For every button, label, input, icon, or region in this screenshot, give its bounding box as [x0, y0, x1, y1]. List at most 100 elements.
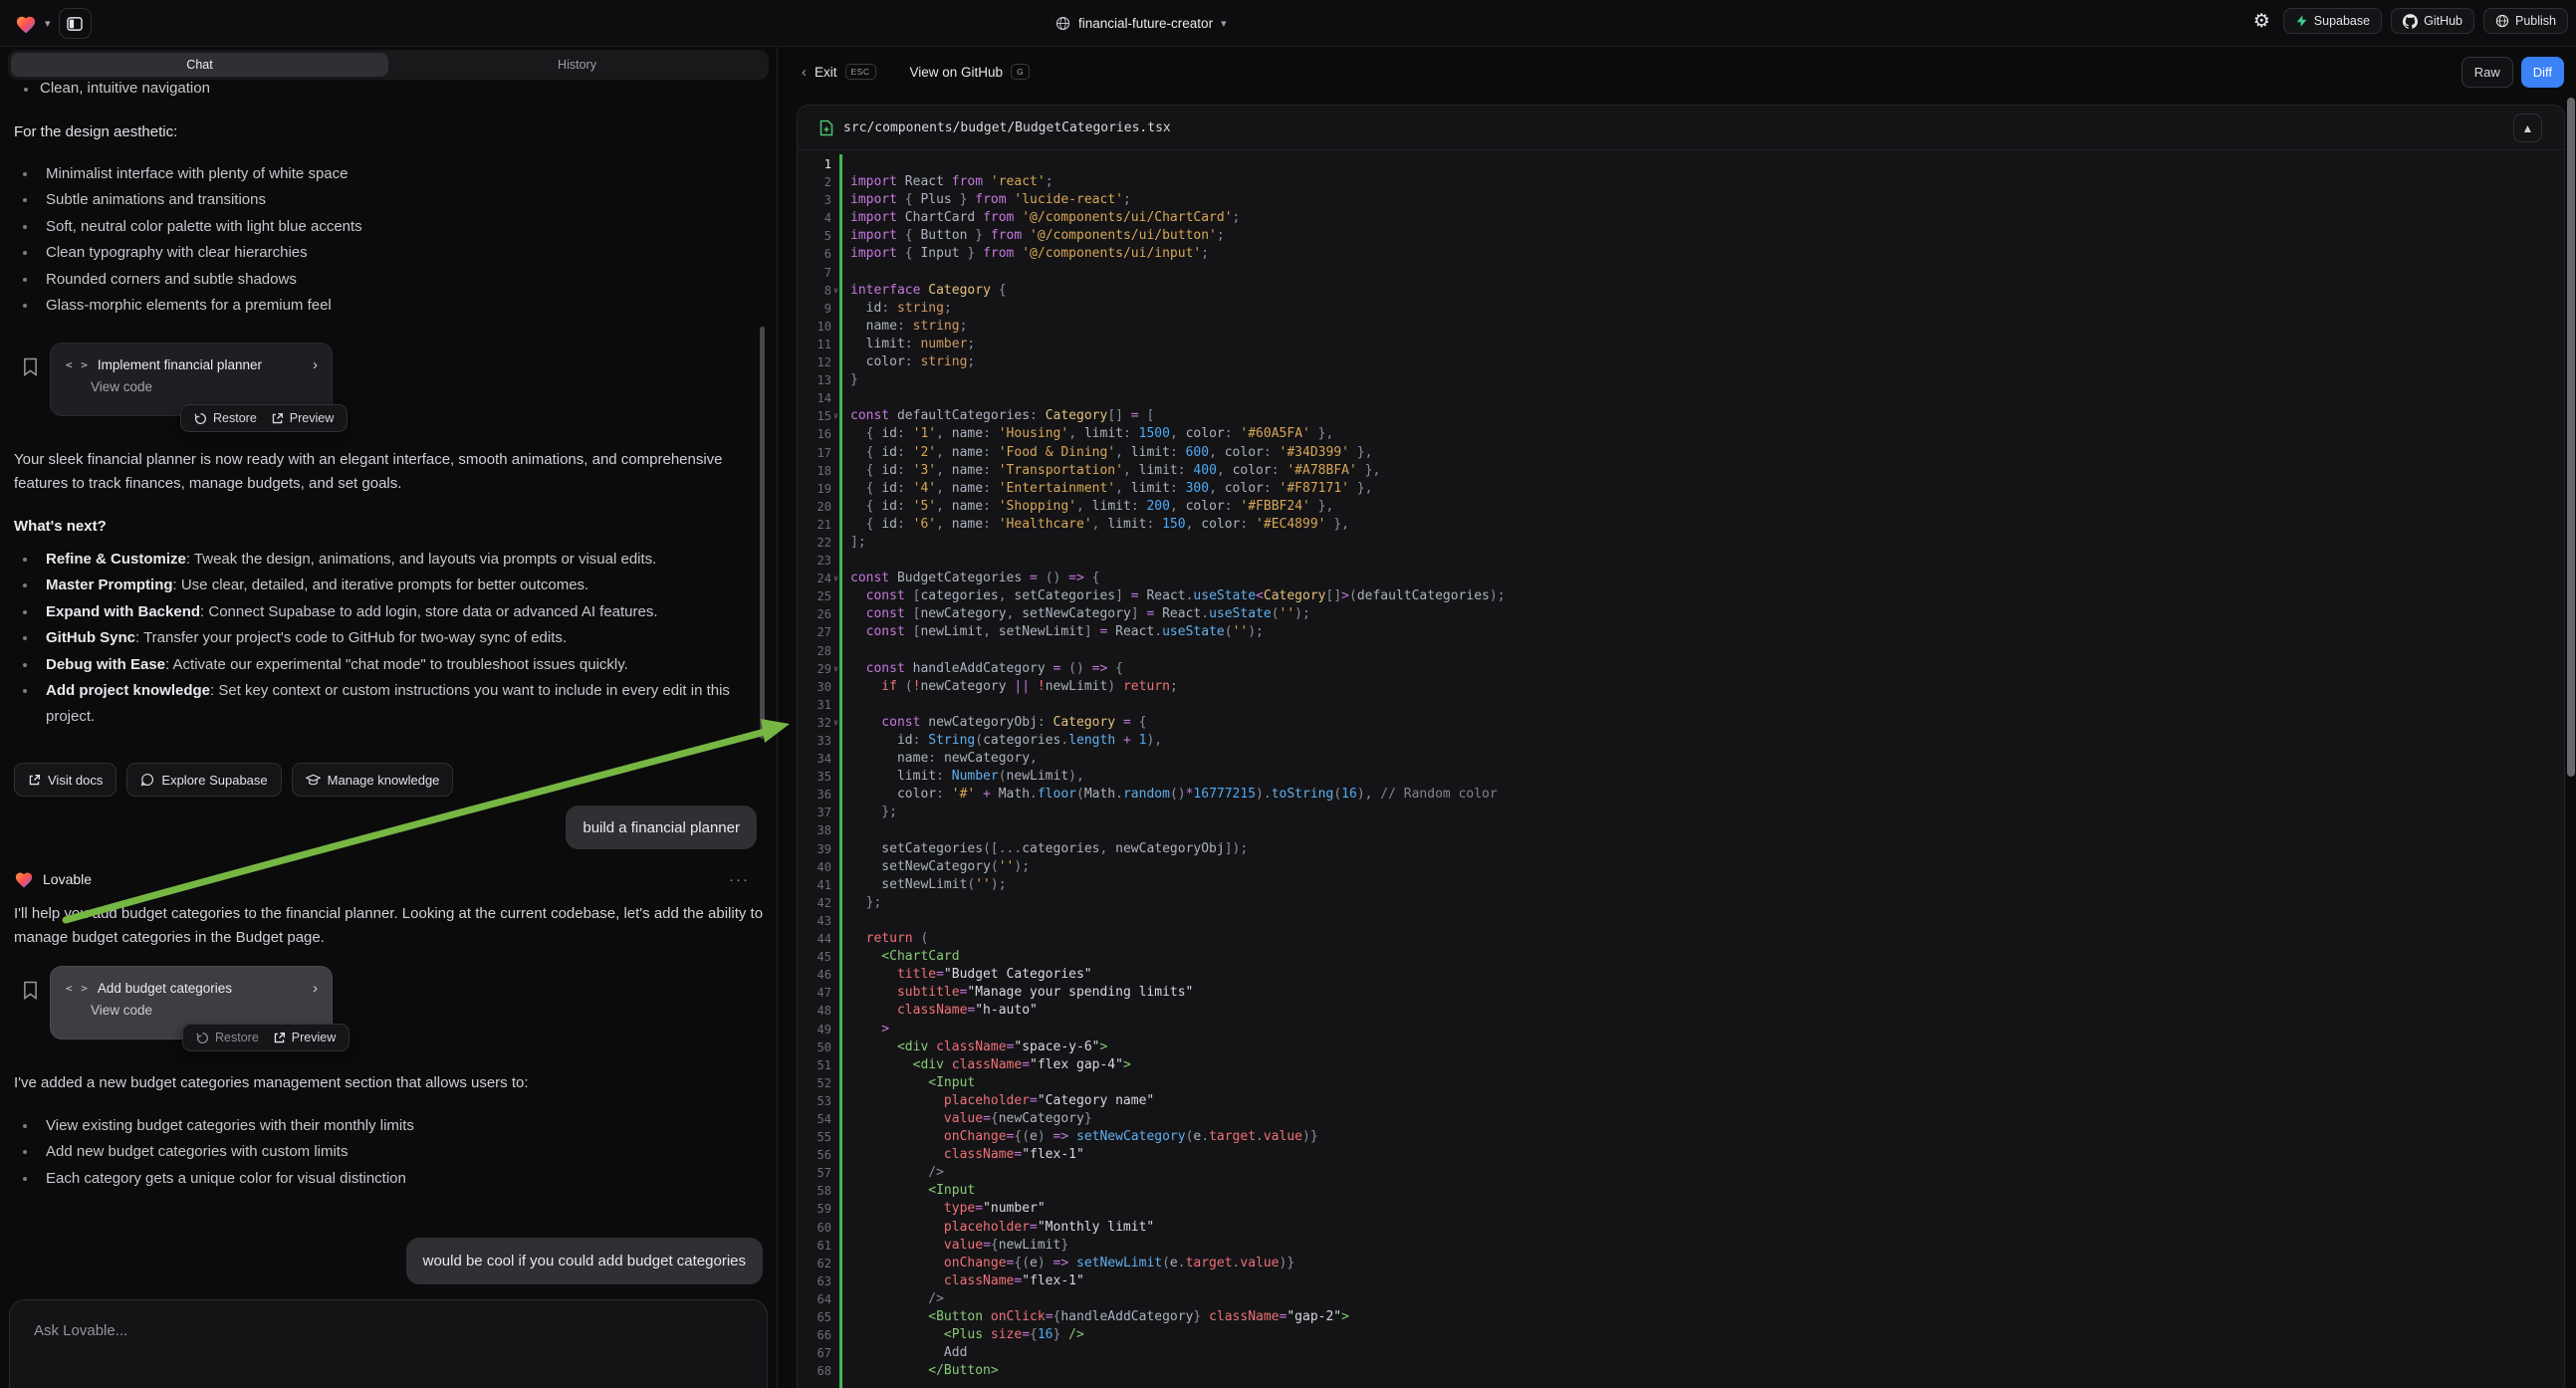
edit-card-title: Implement financial planner — [98, 357, 304, 372]
supabase-label: Supabase — [2314, 14, 2370, 28]
code-line: 37 }; — [798, 804, 2564, 821]
restore-button[interactable]: Restore — [194, 411, 257, 425]
exit-button[interactable]: Exit — [815, 65, 837, 80]
code-line: 28 — [798, 642, 2564, 660]
bookmark-icon[interactable] — [23, 357, 38, 376]
file-card: src/components/budget/BudgetCategories.t… — [797, 105, 2565, 1388]
restore-button[interactable]: Restore — [196, 1031, 259, 1044]
diff-button[interactable]: Diff — [2521, 57, 2564, 88]
code-line: 45 <ChartCard — [798, 948, 2564, 966]
list-item: View existing budget categories with the… — [14, 1113, 756, 1139]
github-button[interactable]: GitHub — [2391, 8, 2474, 34]
user-message: would be cool if you could add budget ca… — [406, 1238, 763, 1284]
code-line: 56 className="flex-1" — [798, 1146, 2564, 1164]
logo-chevron-down-icon[interactable]: ▾ — [45, 17, 51, 30]
tab-history[interactable]: History — [388, 53, 766, 77]
chat-bubble-icon — [140, 773, 154, 787]
project-chevron-down-icon[interactable]: ▾ — [1221, 17, 1227, 30]
toggle-sidebar-button[interactable] — [59, 8, 92, 39]
code-line: 65 <Button onClick={handleAddCategory} c… — [798, 1308, 2564, 1326]
panel-divider[interactable] — [777, 47, 778, 1388]
code-line: 51 <div className="flex gap-4"> — [798, 1056, 2564, 1074]
code-editor[interactable]: 12import React from 'react';3import { Pl… — [798, 155, 2564, 1380]
list-item: Each category gets a unique color for vi… — [14, 1166, 756, 1192]
code-line: 39 setCategories([...categories, newCate… — [798, 840, 2564, 858]
chevron-right-icon: › — [313, 356, 318, 373]
list-item: GitHub Sync: Transfer your project's cod… — [14, 625, 756, 651]
code-line: 20 { id: '5', name: 'Shopping', limit: 2… — [798, 498, 2564, 516]
code-line: 13} — [798, 371, 2564, 389]
list-item: Expand with Backend: Connect Supabase to… — [14, 599, 756, 625]
quick-actions: Visit docs Explore Supabase Manage knowl… — [14, 763, 453, 797]
manage-knowledge-button[interactable]: Manage knowledge — [292, 763, 454, 797]
supabase-button[interactable]: Supabase — [2283, 8, 2382, 34]
message-menu-button[interactable]: ··· — [729, 871, 750, 888]
code-line: 36 color: '#' + Math.floor(Math.random()… — [798, 786, 2564, 804]
code-line: 48 className="h-auto" — [798, 1002, 2564, 1020]
code-line: 40 setNewCategory(''); — [798, 858, 2564, 876]
code-line: 1 — [798, 155, 2564, 173]
list-item: Soft, neutral color palette with light b… — [14, 214, 761, 240]
code-line: 54 value={newCategory} — [798, 1110, 2564, 1128]
list-item: Clean, intuitive navigation — [24, 80, 210, 97]
publish-label: Publish — [2515, 14, 2556, 28]
code-line: 25 const [categories, setCategories] = R… — [798, 587, 2564, 605]
design-bullet-list: Minimalist interface with plenty of whit… — [14, 161, 761, 319]
code-line: 24∨const BudgetCategories = () => { — [798, 570, 2564, 587]
view-on-github-button[interactable]: View on GitHub — [910, 65, 1004, 80]
code-line: 32∨ const newCategoryObj: Category = { — [798, 714, 2564, 732]
visit-docs-button[interactable]: Visit docs — [14, 763, 117, 797]
supabase-bolt-icon — [2295, 14, 2308, 28]
assistant-name: Lovable — [43, 871, 92, 887]
code-line: 64 /> — [798, 1290, 2564, 1308]
bookmark-icon[interactable] — [23, 981, 38, 1000]
explore-supabase-button[interactable]: Explore Supabase — [126, 763, 281, 797]
code-line: 11 limit: number; — [798, 336, 2564, 353]
code-line: 19 { id: '4', name: 'Entertainment', lim… — [798, 480, 2564, 498]
settings-gear-icon[interactable]: ⚙ — [2249, 10, 2274, 33]
lovable-heart-logo[interactable] — [15, 14, 37, 34]
code-line: 42 }; — [798, 894, 2564, 912]
code-brackets-icon: < > — [66, 358, 89, 371]
view-code-link[interactable]: View code — [51, 997, 332, 1018]
code-line: 53 placeholder="Category name" — [798, 1092, 2564, 1110]
chat-scrollbar[interactable] — [760, 327, 765, 739]
code-line: 12 color: string; — [798, 353, 2564, 371]
project-name[interactable]: financial-future-creator — [1078, 16, 1213, 31]
publish-button[interactable]: Publish — [2483, 8, 2568, 34]
back-chevron-icon[interactable]: ‹ — [802, 64, 807, 81]
code-line: 9 id: string; — [798, 300, 2564, 318]
file-path: src/components/budget/BudgetCategories.t… — [843, 120, 1171, 135]
collapse-file-button[interactable]: ▲ — [2513, 114, 2542, 142]
code-line: 35 limit: Number(newLimit), — [798, 768, 2564, 786]
code-scrollbar[interactable] — [2567, 98, 2575, 777]
view-code-link[interactable]: View code — [51, 373, 332, 394]
code-line: 10 name: string; — [798, 318, 2564, 336]
code-line: 4import ChartCard from '@/components/ui/… — [798, 209, 2564, 227]
file-path-bar[interactable]: src/components/budget/BudgetCategories.t… — [798, 106, 2564, 150]
list-item: Minimalist interface with plenty of whit… — [14, 161, 761, 187]
code-line: 68 </Button> — [798, 1362, 2564, 1380]
list-item: Rounded corners and subtle shadows — [14, 267, 761, 293]
chat-history-tabs: Chat History — [8, 50, 769, 80]
external-link-icon — [28, 774, 41, 787]
code-line: 61 value={newLimit} — [798, 1237, 2564, 1255]
tab-chat[interactable]: Chat — [11, 53, 388, 77]
code-line: 60 placeholder="Monthly limit" — [798, 1219, 2564, 1237]
code-line: 66 <Plus size={16} /> — [798, 1326, 2564, 1344]
bullet-dot — [24, 88, 28, 92]
code-line: 43 — [798, 912, 2564, 930]
code-brackets-icon: < > — [66, 982, 89, 995]
raw-button[interactable]: Raw — [2461, 57, 2513, 88]
code-line: 6import { Input } from '@/components/ui/… — [798, 245, 2564, 263]
code-line: 16 { id: '1', name: 'Housing', limit: 15… — [798, 425, 2564, 443]
code-line: 8∨interface Category { — [798, 282, 2564, 300]
preview-button[interactable]: Preview — [271, 411, 334, 425]
preview-button[interactable]: Preview — [273, 1031, 336, 1044]
chat-input-placeholder: Ask Lovable... — [34, 1322, 127, 1339]
chat-input-box[interactable]: Ask Lovable... Attach Edit Default ⌄ ↑ — [9, 1299, 768, 1388]
assistant-summary: Your sleek financial planner is now read… — [14, 448, 767, 496]
code-line: 33 id: String(categories.length + 1), — [798, 732, 2564, 750]
restore-icon — [196, 1032, 209, 1044]
whats-next-list: Refine & Customize: Tweak the design, an… — [14, 547, 756, 731]
